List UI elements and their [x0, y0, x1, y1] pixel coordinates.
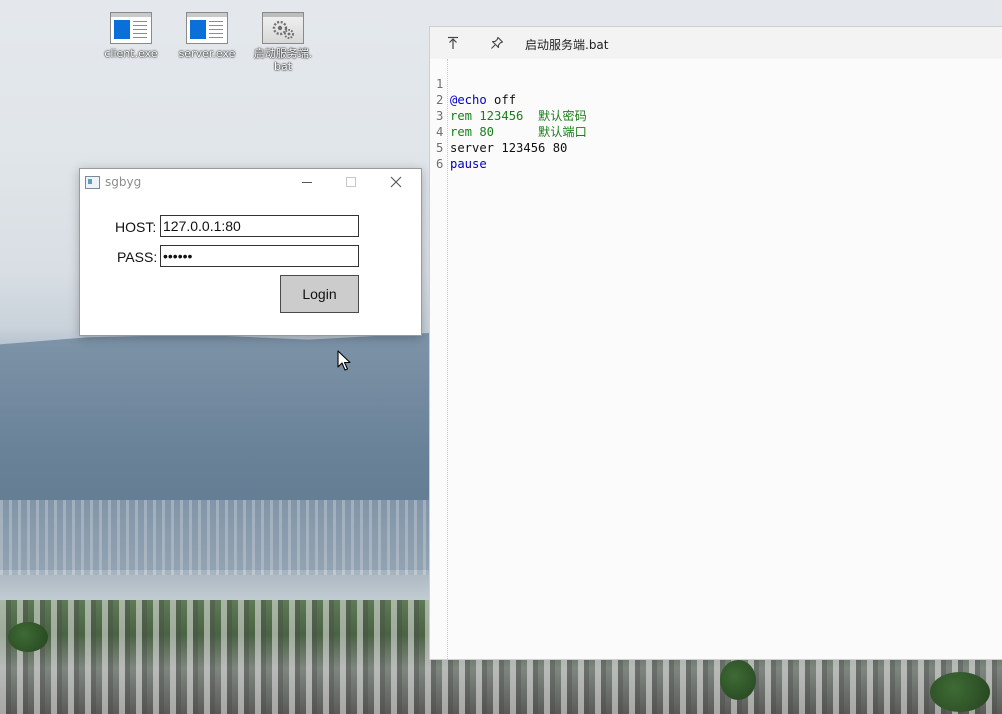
desktop-icon-label: client.exe [104, 47, 158, 60]
window-title: sgbyg [105, 175, 142, 189]
app-window-icon [110, 12, 152, 44]
editor-text-area[interactable]: 1 @echo off 2 rem 123456 默认密码 3 rem 80 默… [430, 59, 1002, 659]
close-icon [390, 176, 402, 188]
desktop-icon-start-server-bat[interactable]: 启动服务端.bat [246, 12, 320, 73]
host-label: HOST: [115, 219, 157, 235]
desktop-icon-label: server.exe [178, 47, 236, 60]
code-line: 4 server 123456 80 [430, 108, 1002, 155]
window-titlebar[interactable]: sgbyg [80, 169, 421, 195]
maximize-icon [346, 177, 356, 187]
login-window: sgbyg HOST: PASS: Login [79, 168, 422, 336]
wallpaper-lake [0, 575, 440, 601]
pin-icon [491, 36, 504, 49]
pin-button[interactable] [486, 33, 508, 53]
editor-titlebar[interactable]: 启动服务端.bat [430, 27, 1002, 59]
app-window-icon [186, 12, 228, 44]
gears-batch-icon [262, 12, 304, 44]
code-line: 1 @echo off [430, 60, 1002, 107]
host-input[interactable] [160, 215, 359, 237]
login-button[interactable]: Login [280, 275, 359, 313]
mouse-pointer-icon [337, 350, 351, 371]
password-input[interactable] [160, 245, 359, 267]
wallpaper-tree [930, 672, 990, 712]
scroll-to-top-button[interactable] [442, 33, 464, 53]
desktop-icon-client[interactable]: client.exe [94, 12, 168, 60]
wallpaper-tree [8, 622, 48, 652]
code-line: 3 rem 80 默认端口 [430, 92, 1002, 139]
close-button[interactable] [374, 169, 418, 195]
code-line: 5 pause [430, 124, 1002, 171]
editor-file-title: 启动服务端.bat [525, 38, 609, 52]
desktop-icon-server[interactable]: server.exe [170, 12, 244, 60]
maximize-button[interactable] [329, 169, 373, 195]
arrow-up-to-top-icon [448, 36, 458, 49]
minimize-icon [302, 182, 312, 183]
editor-window: 启动服务端.bat 1 @echo off 2 rem 123456 默认密码 … [429, 26, 1002, 660]
wallpaper-tree [720, 660, 756, 700]
pass-label: PASS: [117, 249, 158, 265]
desktop-icon-label: 启动服务端.bat [253, 47, 313, 73]
code-line: 6 [430, 140, 1002, 171]
wallpaper-town [0, 500, 440, 580]
code-line: 2 rem 123456 默认密码 [430, 76, 1002, 123]
app-window-icon [85, 176, 100, 189]
minimize-button[interactable] [285, 169, 329, 195]
line-number: 6 [436, 157, 444, 171]
